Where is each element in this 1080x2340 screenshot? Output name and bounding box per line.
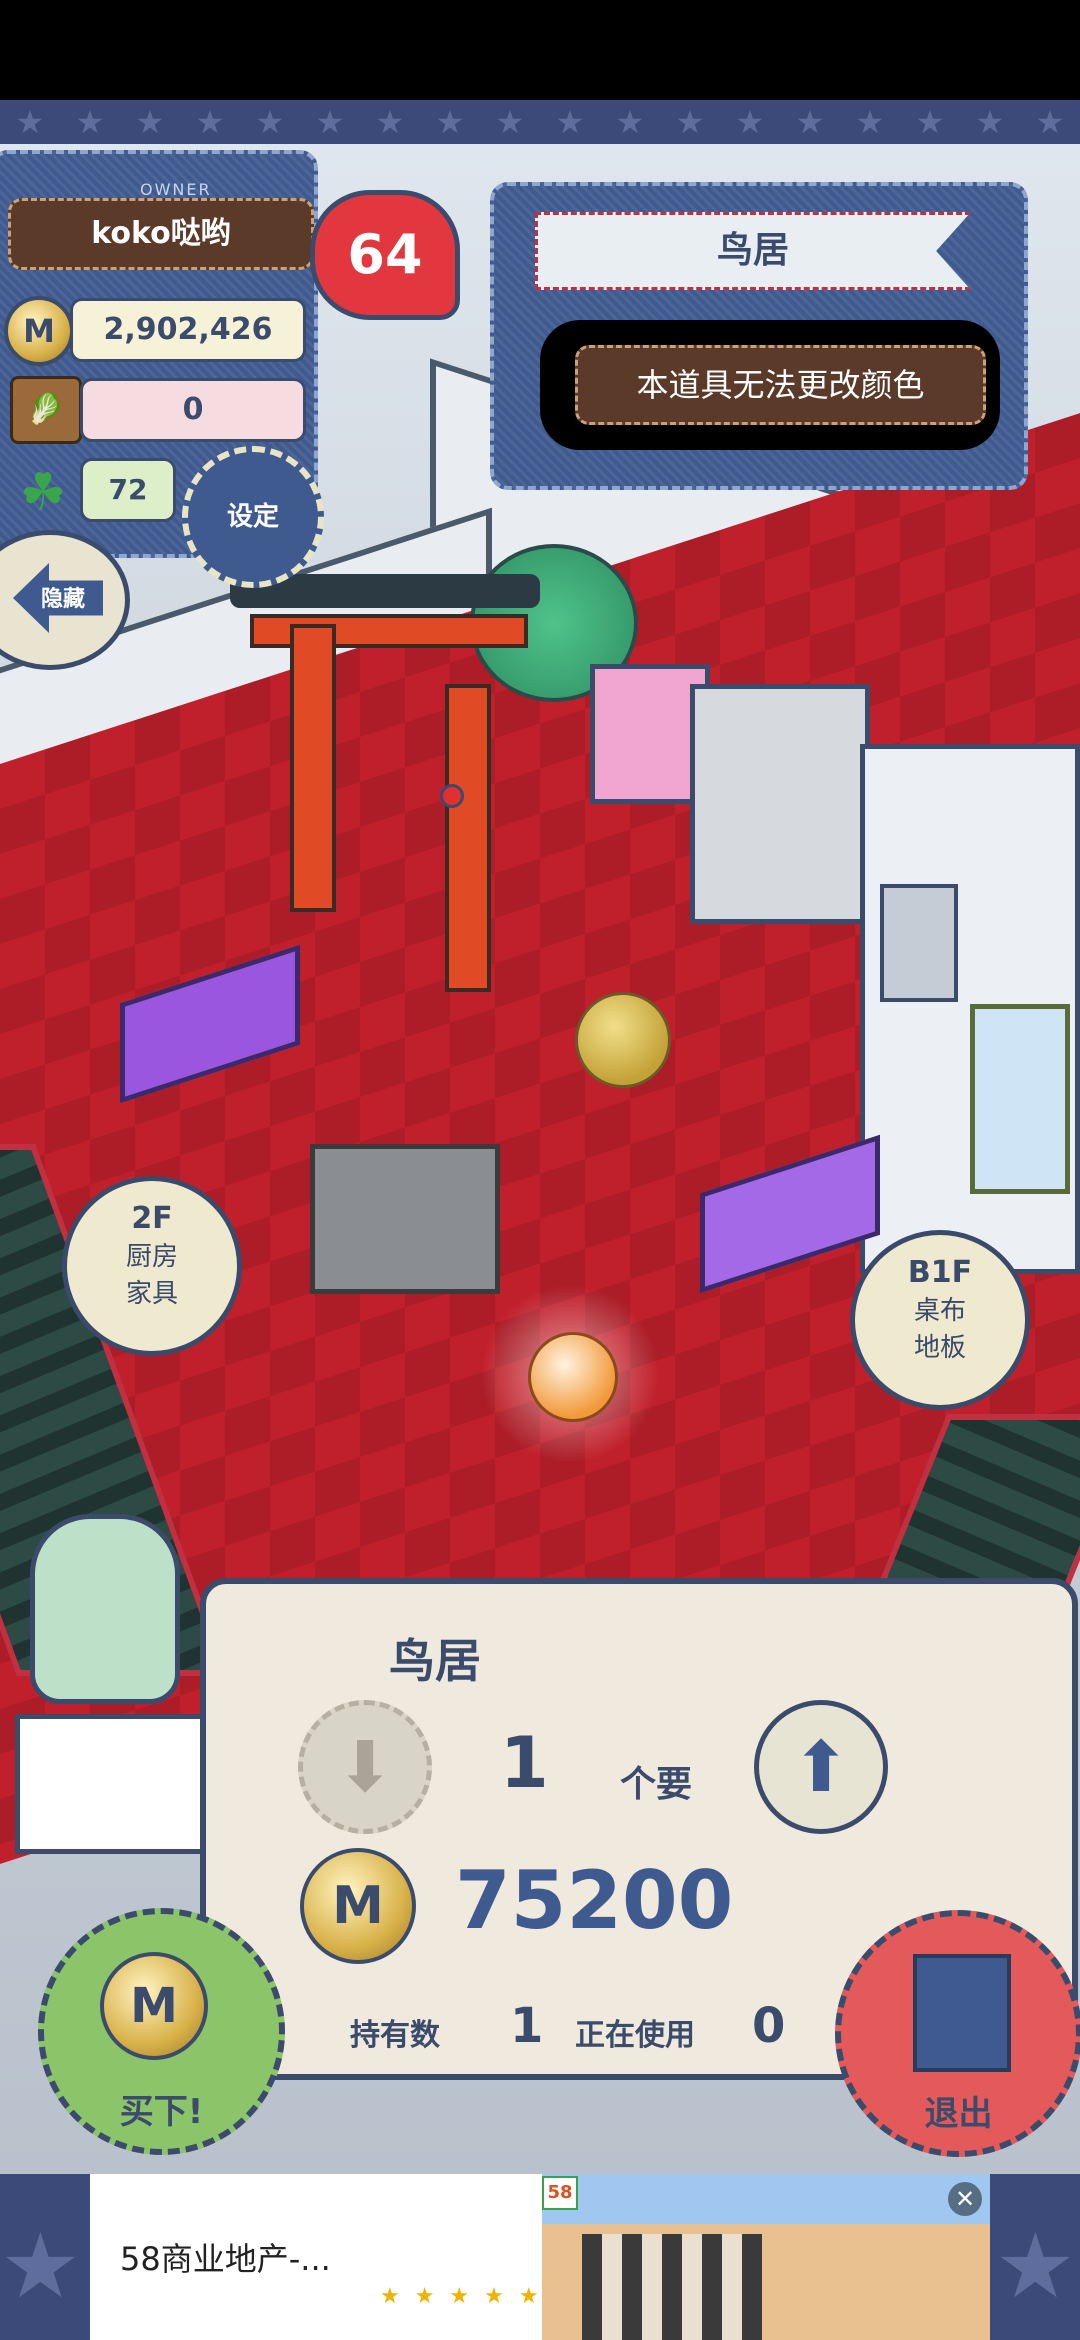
bear-clerk-character <box>30 1514 180 1704</box>
item-info-name: 鸟居 <box>535 212 971 290</box>
price-coin-icon: M <box>300 1848 416 1964</box>
ad-image <box>542 2174 990 2340</box>
exit-button[interactable]: 退出 <box>835 1910 1080 2157</box>
counter-block <box>15 1714 215 1854</box>
exit-label: 退出 <box>924 2094 993 2134</box>
floor-up-line1: 厨房 <box>125 1242 178 1272</box>
vent-panel <box>880 884 958 1002</box>
floor-down-line1: 桌布 <box>913 1296 966 1326</box>
floor-down-line2: 地板 <box>913 1333 966 1363</box>
floor-up-button[interactable]: 2F 厨房 家具 <box>62 1176 242 1356</box>
ad-rating-stars: ★ ★ ★ ★ ★ <box>380 2284 543 2309</box>
purchase-item-name: 鸟居 <box>389 1634 481 1688</box>
floor-down-label: B1F <box>907 1255 973 1290</box>
owned-value: 1 <box>510 1998 544 2054</box>
vegetable-basket-icon: 🥬 <box>10 376 82 444</box>
torii-right-pillar[interactable] <box>445 684 491 992</box>
owner-tag: OWNER <box>140 180 212 199</box>
owner-name: koko哒哟 <box>8 198 314 270</box>
floor-down-button[interactable]: B1F 桌布 地板 <box>850 1230 1030 1410</box>
hide-label: 隐藏 <box>40 587 85 612</box>
basket-count: 0 <box>80 378 306 442</box>
down-arrow-icon: ⬇ <box>335 1726 395 1808</box>
quantity-unit: 个要 <box>620 1764 693 1805</box>
buy-coin-icon: M <box>100 1952 208 2060</box>
orange-orb <box>528 1332 618 1422</box>
owned-label: 持有数 <box>350 2018 440 2053</box>
buy-label: 买下! <box>119 2092 204 2132</box>
clover-icon: ☘ <box>19 463 67 523</box>
level-value: 64 <box>347 223 423 286</box>
ad-banner[interactable]: 58商业地产-... ★ ★ ★ ★ ★ 58 ✕ <box>90 2174 990 2340</box>
quantity-increase-button[interactable]: ⬆ <box>754 1700 888 1834</box>
settings-label: 设定 <box>226 502 279 532</box>
status-bar <box>0 0 1080 100</box>
quantity-value: 1 <box>500 1722 549 1804</box>
in-use-label: 正在使用 <box>575 2018 695 2053</box>
ad-close-icon[interactable]: ✕ <box>948 2182 982 2216</box>
door-icon <box>913 1954 1011 2072</box>
price-value: 75200 <box>455 1854 734 1947</box>
top-star-border: ★ ★ ★ ★ ★ ★ ★ ★ ★ ★ ★ ★ ★ ★ ★ ★ ★ ★ <box>0 100 1080 144</box>
gold-orb <box>575 992 671 1088</box>
up-arrow-icon: ⬆ <box>791 1726 851 1808</box>
clover-count: 72 <box>80 458 176 522</box>
money-value: 2,902,426 <box>70 298 306 362</box>
torii-left-pillar[interactable] <box>290 624 336 912</box>
steel-fridge <box>690 684 870 924</box>
level-heart-badge: 64 <box>310 190 460 320</box>
selection-pin <box>440 784 464 808</box>
quantity-decrease-button[interactable]: ⬇ <box>298 1700 432 1834</box>
ad-badge: 58 <box>542 2176 578 2210</box>
gray-stairs[interactable] <box>310 1144 500 1294</box>
coin-icon: M <box>4 296 74 366</box>
settings-gear-button[interactable]: 设定 <box>182 446 324 588</box>
window <box>970 1004 1070 1194</box>
floor-up-line2: 家具 <box>125 1279 178 1309</box>
buy-button[interactable]: M 买下! <box>38 1908 285 2155</box>
building-windows <box>582 2234 762 2340</box>
floor-up-label: 2F <box>131 1201 173 1236</box>
ad-title: 58商业地产-... <box>120 2240 331 2278</box>
in-use-value: 0 <box>752 1998 786 2054</box>
item-color-notice: 本道具无法更改颜色 <box>575 345 986 425</box>
